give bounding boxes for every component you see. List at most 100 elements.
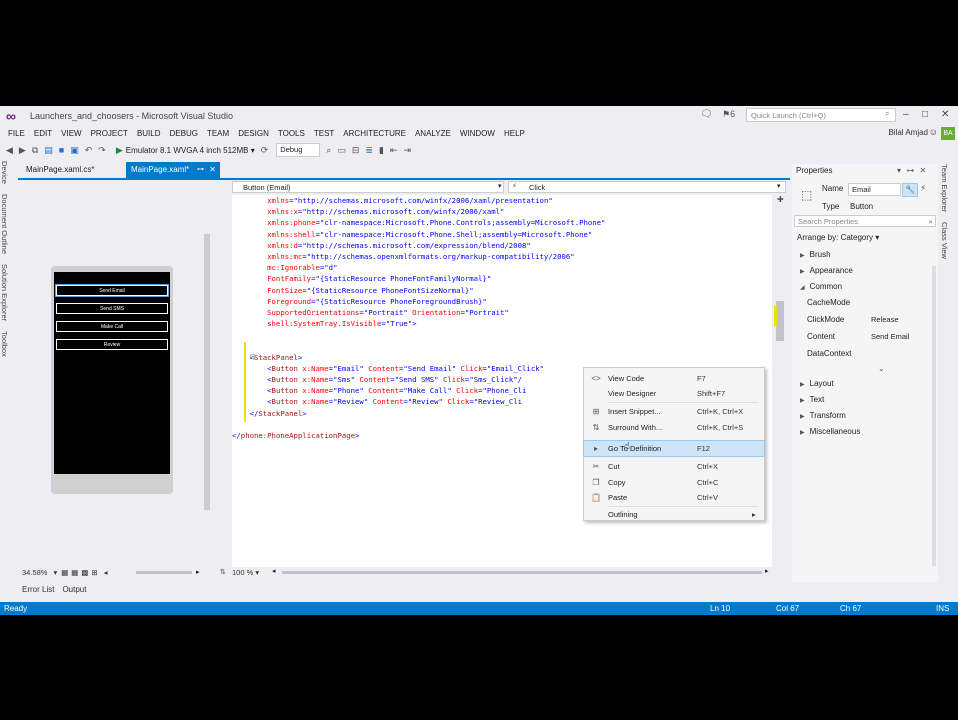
menu-architecture[interactable]: ARCHITECTURE (343, 129, 406, 138)
chevron-down-icon[interactable]: ▾ (897, 166, 901, 175)
events-view-icon[interactable]: ⚡ (920, 183, 926, 194)
designer-scrollbar[interactable] (204, 234, 210, 510)
tab-team-explorer[interactable]: Team Explorer (940, 164, 949, 212)
notifications-flag[interactable]: ⚑6 (722, 109, 735, 120)
category-layout[interactable]: ▶ Layout (800, 379, 834, 388)
clickmode-value[interactable]: Release (869, 314, 931, 325)
navigate-back-icon[interactable]: ◀ (6, 145, 13, 156)
category-common[interactable]: ◢ Common (800, 282, 842, 291)
menu-item-surround-with[interactable]: ⇅ Surround With... Ctrl+K, Ctrl+S (584, 420, 764, 435)
menu-item-paste[interactable]: 📋 Paste Ctrl+V (584, 490, 764, 505)
tab-class-view[interactable]: Class View (940, 222, 949, 259)
category-transform[interactable]: ▶ Transform (800, 411, 846, 420)
category-brush[interactable]: ▶ Brush (800, 250, 831, 259)
menu-design[interactable]: DESIGN (238, 129, 269, 138)
comment-icon[interactable]: ▭ (337, 145, 346, 156)
phone-button-make-call[interactable]: Make Call (56, 321, 168, 332)
designer-zoom-level[interactable]: 34.58% (22, 568, 47, 577)
expand-advanced-icon[interactable]: ⌄ (878, 364, 885, 373)
tab-error-list[interactable]: Error List (22, 585, 54, 594)
tab-document-outline[interactable]: Document Outline (0, 194, 9, 254)
phone-button-send-email[interactable]: Send Email (55, 284, 169, 297)
configuration-select[interactable]: Debug (276, 143, 321, 157)
indent-icon[interactable]: ⇥ (403, 145, 411, 156)
artboard-icon[interactable]: ▩ (81, 568, 88, 577)
properties-view-icon[interactable]: 🔧 (902, 183, 918, 197)
tab-output[interactable]: Output (62, 585, 86, 594)
scroll-right-icon[interactable]: ▸ (765, 567, 769, 575)
search-properties-input[interactable]: Search Properties ⌕ (794, 215, 936, 227)
menu-item-outlining[interactable]: Outlining ▸ (584, 508, 764, 521)
category-miscellaneous[interactable]: ▶ Miscellaneous (800, 427, 860, 436)
solution-icon[interactable]: ⧉ (32, 145, 38, 156)
pane-swap-icon[interactable]: ⇅ (220, 568, 226, 576)
tab-toolbox[interactable]: Toolbox (0, 331, 9, 357)
close-icon[interactable]: ✕ (919, 166, 926, 175)
scroll-left-icon[interactable]: ◂ (104, 568, 108, 577)
run-button[interactable]: ▶ Emulator 8.1 WVGA 4 inch 512MB ▾ (116, 145, 255, 156)
snap-grid-icon[interactable]: ▦ (71, 568, 78, 577)
menu-file[interactable]: FILE (8, 129, 25, 138)
avatar[interactable]: BA (941, 127, 955, 140)
category-text[interactable]: ▶ Text (800, 395, 824, 404)
find-icon[interactable]: ⌕ (326, 145, 331, 156)
feedback-icon[interactable]: ☺ (929, 127, 938, 137)
menu-team[interactable]: TEAM (207, 129, 229, 138)
content-value[interactable]: Send Email (869, 331, 931, 342)
refresh-icon[interactable]: ⟳ (261, 145, 269, 156)
menu-item-cut[interactable]: ✂ Cut Ctrl+X (584, 459, 764, 474)
redo-icon[interactable]: ↷ (98, 145, 106, 156)
arrange-by-dropdown[interactable]: Arrange by: Category ▾ (797, 233, 879, 242)
save-all-icon[interactable]: ▣ (70, 145, 79, 156)
layout-icon[interactable]: ⊟ (352, 145, 360, 156)
phone-button-send-sms[interactable]: Send SMS (56, 303, 168, 314)
minimize-button[interactable]: – (903, 109, 909, 120)
menu-item-go-to-definition[interactable]: ▸ Go To Definition F12 (583, 440, 765, 457)
user-name[interactable]: Bilal Amjad (888, 128, 928, 137)
menu-debug[interactable]: DEBUG (170, 129, 198, 138)
menu-item-view-code[interactable]: <> View Code F7 (584, 371, 764, 386)
maximize-button[interactable]: □ (922, 109, 928, 120)
editor-vscrollbar[interactable] (774, 195, 786, 567)
zoom-dropdown-icon[interactable]: ▾ (53, 568, 57, 577)
tab-mainpage-xaml[interactable]: MainPage.xaml* ⊶ ✕ (126, 162, 220, 178)
grid-icon[interactable]: ▦ (61, 568, 68, 577)
format-icon[interactable]: ≣ (365, 145, 373, 156)
split-editor-icon[interactable]: ✚ (777, 195, 784, 204)
scroll-left-icon[interactable]: ◂ (272, 567, 276, 575)
menu-item-view-designer[interactable]: View Designer Shift+F7 (584, 386, 764, 401)
properties-scrollbar[interactable] (932, 266, 936, 566)
new-project-icon[interactable]: ▤ (44, 145, 53, 156)
designer-hscroll-thumb[interactable] (136, 571, 192, 574)
menu-tools[interactable]: TOOLS (278, 129, 305, 138)
phone-button-review[interactable]: Review (56, 339, 168, 350)
name-field[interactable]: Email (848, 183, 901, 196)
notification-icon[interactable]: 🗨 (700, 109, 713, 120)
menu-project[interactable]: PROJECT (91, 129, 128, 138)
save-icon[interactable]: ■ (59, 145, 64, 155)
scroll-right-icon[interactable]: ▸ (196, 568, 200, 576)
tab-device[interactable]: Device (0, 161, 9, 184)
menu-build[interactable]: BUILD (137, 129, 161, 138)
menu-test[interactable]: TEST (314, 129, 334, 138)
category-appearance[interactable]: ▶ Appearance (800, 266, 853, 275)
snap-lines-icon[interactable]: ⊞ (91, 568, 97, 577)
bookmark-icon[interactable]: ▮ (379, 145, 384, 156)
menu-analyze[interactable]: ANALYZE (415, 129, 451, 138)
pin-icon[interactable]: ⊶ (906, 166, 914, 175)
navigate-forward-icon[interactable]: ▶ (19, 145, 26, 156)
menu-window[interactable]: WINDOW (460, 129, 495, 138)
close-window-button[interactable]: ✕ (941, 109, 949, 120)
quick-launch-input[interactable]: Quick Launch (Ctrl+Q) (746, 108, 896, 122)
menu-edit[interactable]: EDIT (34, 129, 52, 138)
member-nav-dropdown[interactable]: Click (508, 181, 786, 193)
outdent-icon[interactable]: ⇤ (390, 145, 398, 156)
menu-item-copy[interactable]: ❐ Copy Ctrl+C (584, 475, 764, 490)
tab-mainpage-xaml-cs[interactable]: MainPage.xaml.cs* (18, 162, 102, 178)
tab-solution-explorer[interactable]: Solution Explorer (0, 264, 9, 321)
menu-view[interactable]: VIEW (61, 129, 81, 138)
close-icon[interactable]: ✕ (209, 162, 216, 178)
pin-icon[interactable]: ⊶ (197, 162, 204, 178)
menu-item-insert-snippet[interactable]: ⊞ Insert Snippet... Ctrl+K, Ctrl+X (584, 404, 764, 419)
editor-hscroll-thumb[interactable] (282, 571, 762, 574)
